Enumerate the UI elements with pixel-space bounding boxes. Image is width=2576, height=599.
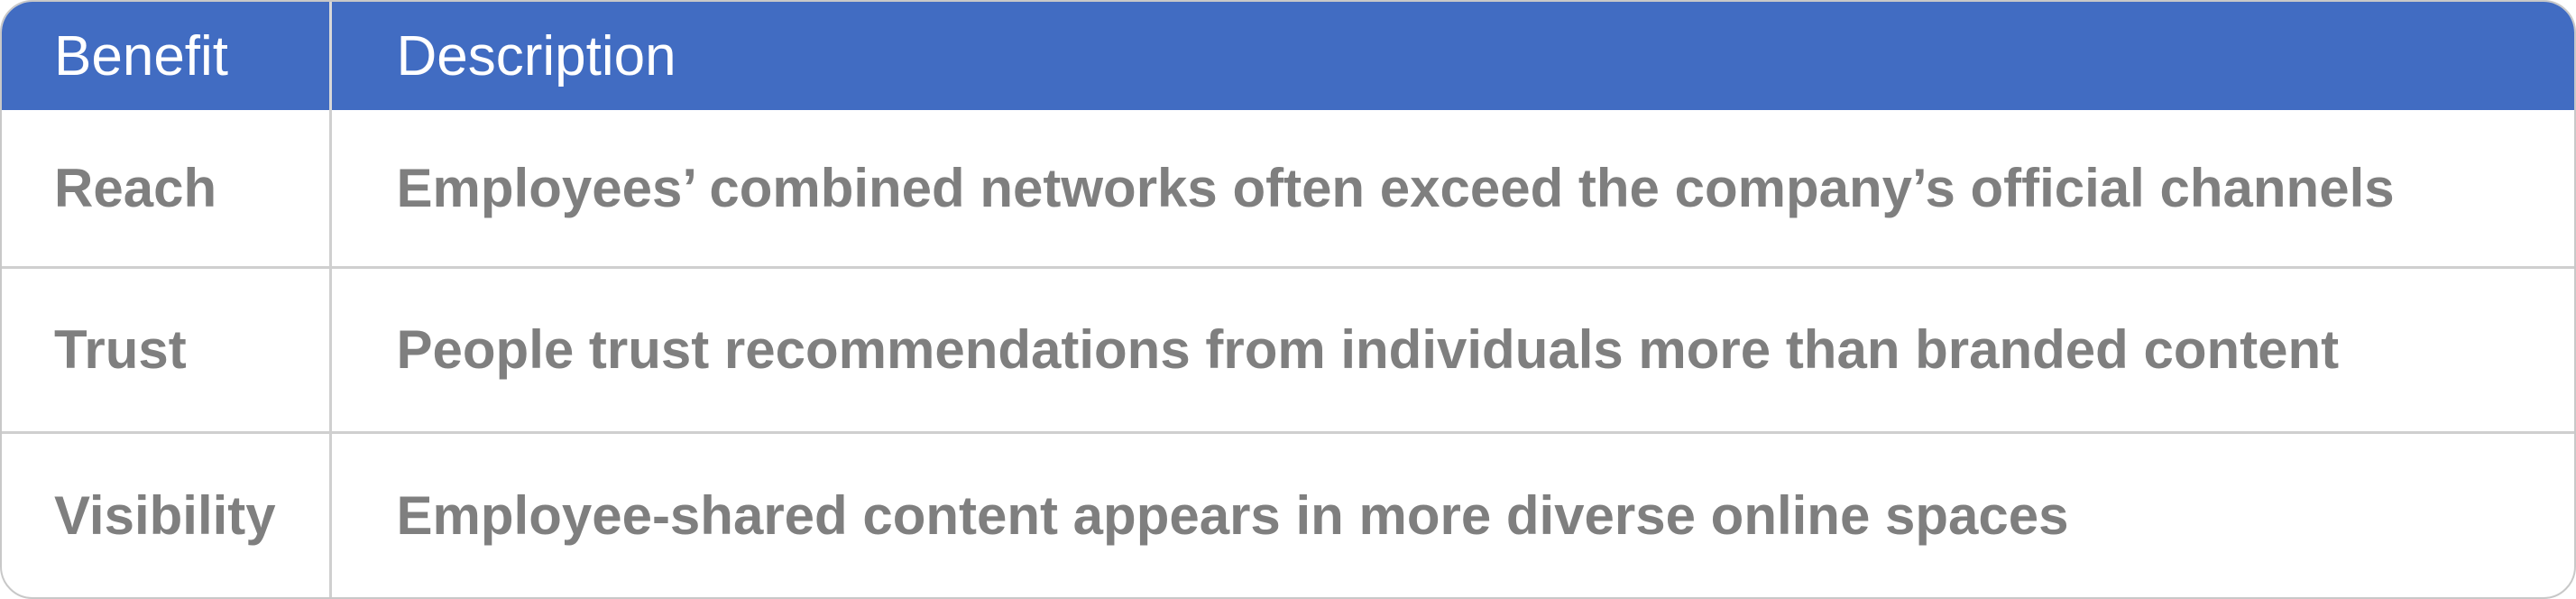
table-row: Trust People trust recommendations from … <box>2 267 2574 434</box>
benefit-cell: Trust <box>2 267 332 434</box>
table-row: Visibility Employee-shared content appea… <box>2 432 2574 597</box>
header-row: Benefit Description <box>2 2 2574 110</box>
description-cell: Employees’ combined networks often excee… <box>330 110 2574 270</box>
benefits-table: Benefit Description Reach Employees’ com… <box>0 0 2576 599</box>
header-benefit: Benefit <box>2 2 332 110</box>
description-cell: People trust recommendations from indivi… <box>330 267 2574 434</box>
description-cell: Employee-shared content appears in more … <box>396 484 2069 546</box>
header-description: Description <box>396 24 676 88</box>
table-body: Reach Employees’ combined networks often… <box>2 110 2574 597</box>
table-row: Reach Employees’ combined networks often… <box>2 110 2574 270</box>
benefit-cell: Reach <box>2 110 332 270</box>
benefit-cell: Visibility <box>2 432 332 597</box>
benefits-table-grid: Benefit Description Reach Employees’ com… <box>2 2 2574 597</box>
table-header: Benefit Description <box>2 2 2574 110</box>
